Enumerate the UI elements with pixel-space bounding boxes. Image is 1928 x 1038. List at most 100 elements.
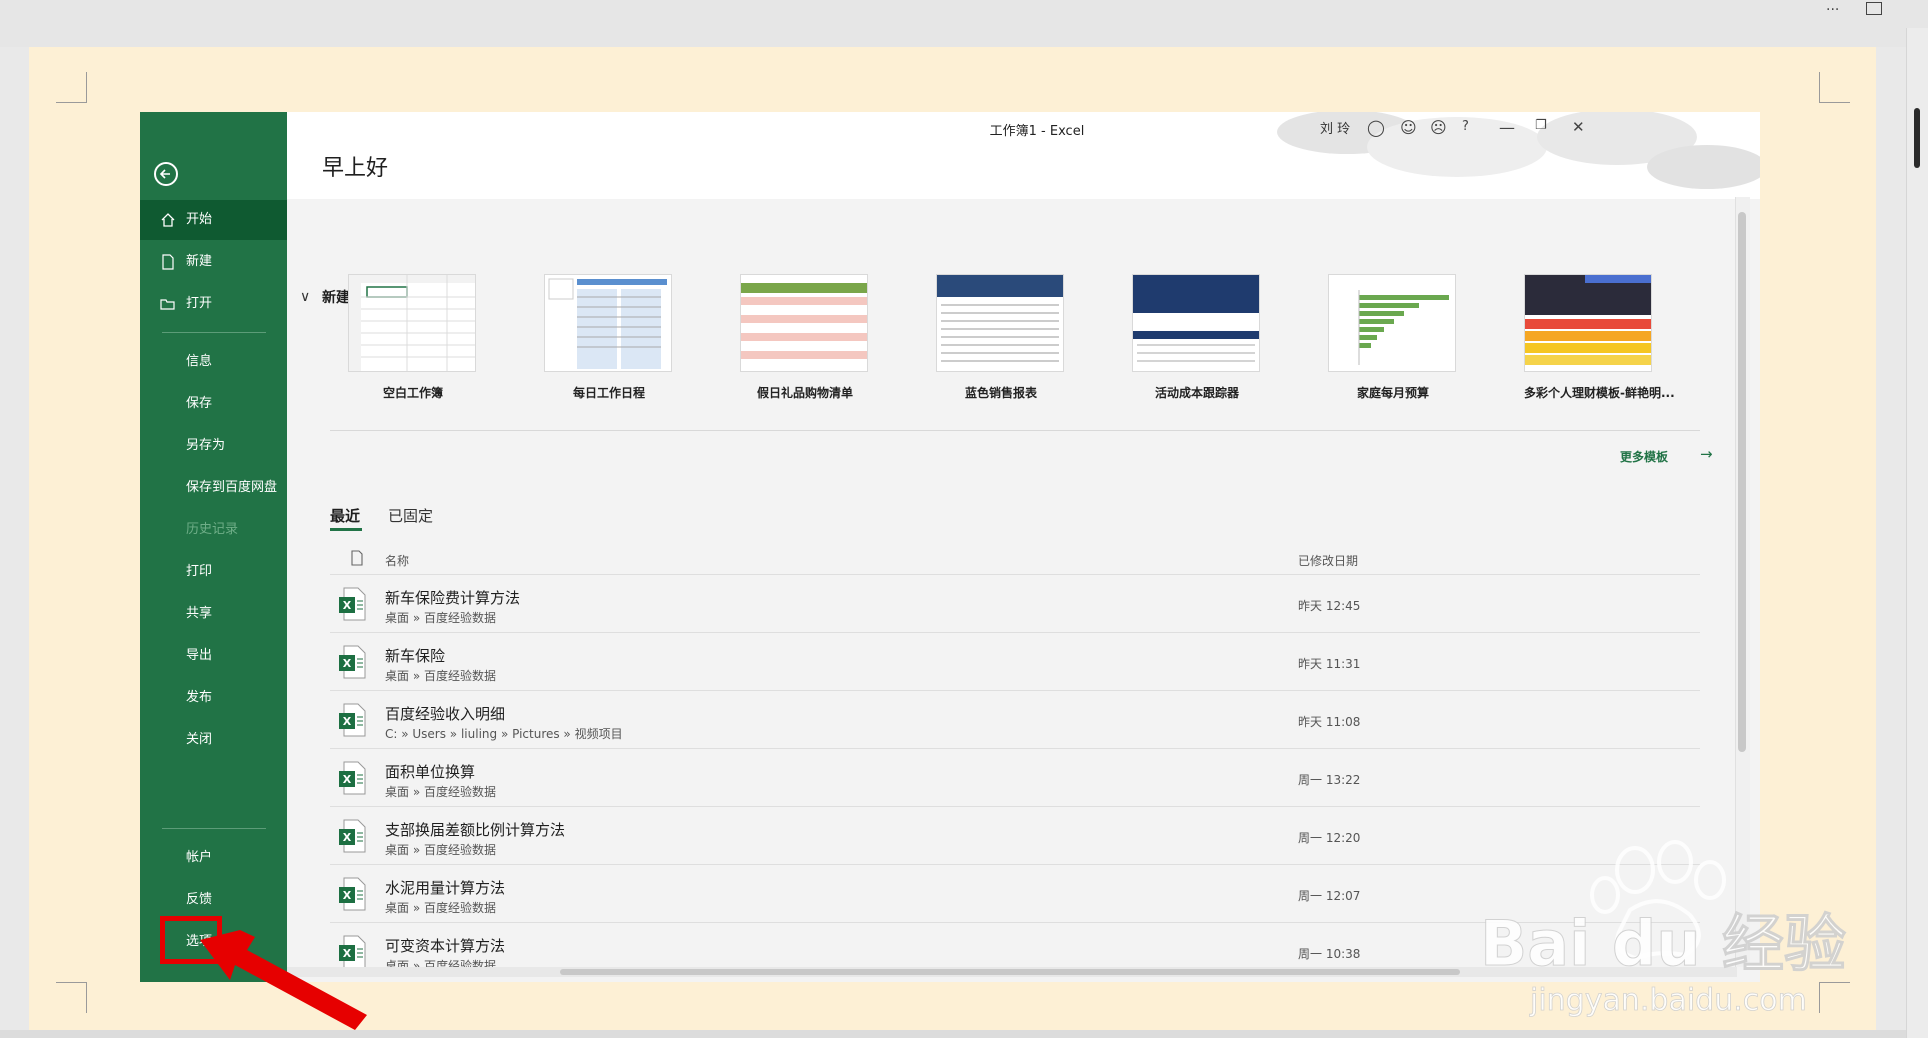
template-holiday-shopping[interactable]: 假日礼品购物清单 (740, 274, 870, 401)
file-name: 支部换届差额比例计算方法 (385, 821, 566, 839)
template-event-cost-tracker[interactable]: 活动成本跟踪器 (1132, 274, 1262, 401)
file-path: 桌面 » 百度经验数据 (385, 669, 496, 683)
sidebar-item-share[interactable]: 共享 (140, 594, 287, 634)
file-path: 桌面 » 百度经验数据 (385, 785, 496, 799)
frown-feedback-icon[interactable]: ☹ (1430, 118, 1447, 137)
template-label: 家庭每月预算 (1356, 386, 1429, 400)
more-templates-link[interactable]: 更多模板 (1620, 448, 1668, 465)
file-path: 桌面 » 百度经验数据 (385, 611, 496, 625)
sidebar-item-label: 打印 (186, 564, 213, 579)
restore-icon[interactable]: ❐ (1535, 118, 1547, 133)
template-label: 空白工作簿 (382, 386, 443, 400)
svg-text:X: X (343, 831, 352, 844)
svg-text:X: X (343, 889, 352, 902)
smile-feedback-icon[interactable]: ☺ (1400, 118, 1417, 137)
template-thumbnail (1132, 274, 1260, 372)
section-divider (330, 430, 1700, 431)
tab-pinned[interactable]: 已固定 (388, 505, 433, 526)
arrow-right-icon[interactable]: → (1700, 445, 1713, 463)
sidebar-item-print[interactable]: 打印 (140, 552, 287, 592)
sidebar-item-label: 帐户 (186, 850, 213, 865)
file-date: 周一 10:38 (1298, 947, 1361, 961)
file-date: 昨天 11:08 (1298, 715, 1361, 729)
template-thumbnail (348, 274, 476, 372)
sidebar-item-save-to-baidu[interactable]: 保存到百度网盘 (140, 468, 287, 508)
file-date: 周一 12:20 (1298, 831, 1361, 845)
outer-titlebar: ··· (0, 0, 1928, 47)
restore-window-icon[interactable] (1866, 2, 1882, 15)
template-blank-workbook[interactable]: 空白工作簿 (348, 274, 478, 401)
help-icon[interactable]: ? (1462, 119, 1469, 134)
sidebar-item-label: 保存 (186, 396, 213, 411)
sidebar-item-close[interactable]: 关闭 (140, 720, 287, 760)
sidebar-item-label: 打开 (186, 296, 213, 311)
svg-text:X: X (343, 657, 352, 670)
close-icon[interactable]: ✕ (1572, 118, 1585, 136)
sidebar-item-publish[interactable]: 发布 (140, 678, 287, 718)
file-date: 周一 12:07 (1298, 889, 1361, 903)
template-family-budget[interactable]: 家庭每月预算 (1328, 274, 1458, 401)
margin-mark-top-left (56, 72, 87, 103)
sidebar-item-label: 导出 (186, 648, 213, 663)
excel-file-icon: X (339, 761, 366, 795)
watermark-brand: Bai du 经验 (1480, 907, 1846, 980)
content-scroll-thumb[interactable] (1738, 212, 1746, 752)
file-name: 百度经验收入明细 (385, 705, 506, 723)
backstage-sidebar: 开始 新建 打开 信息 保存 另存为 保存到百度网盘 历史记录 打印 共享 导出… (140, 112, 287, 982)
margin-mark-bottom-left (56, 982, 87, 1013)
more-options-icon[interactable]: ··· (1826, 2, 1839, 18)
document-scroll-thumb[interactable] (1914, 108, 1920, 168)
sidebar-item-label: 共享 (186, 606, 213, 621)
user-name[interactable]: 刘 玲 (1320, 118, 1350, 137)
content-hscroll-thumb[interactable] (560, 969, 1460, 975)
sidebar-item-label: 历史记录 (186, 522, 239, 537)
minimize-icon[interactable]: — (1499, 118, 1515, 137)
excel-file-icon: X (339, 587, 366, 621)
template-thumbnail (544, 274, 672, 372)
column-header-date[interactable]: 已修改日期 (1298, 552, 1358, 569)
excel-file-icon: X (339, 819, 366, 853)
document-vertical-scrollbar[interactable] (1906, 28, 1928, 1038)
open-folder-icon (160, 299, 175, 310)
sidebar-item-new[interactable]: 新建 (140, 242, 287, 282)
file-name: 新车保险 (385, 647, 446, 665)
sidebar-item-export[interactable]: 导出 (140, 636, 287, 676)
file-date: 周一 13:22 (1298, 773, 1361, 787)
svg-text:X: X (343, 773, 352, 786)
sidebar-item-open[interactable]: 打开 (140, 284, 287, 324)
sidebar-item-info[interactable]: 信息 (140, 342, 287, 382)
file-row[interactable]: X 面积单位换算 桌面 » 百度经验数据 周一 13:22 (330, 748, 1700, 807)
new-section-title: 新建 (322, 290, 350, 306)
template-personal-finance[interactable]: 多彩个人理财模板-鲜艳明... (1524, 274, 1675, 401)
template-blue-sales-report[interactable]: 蓝色销售报表 (936, 274, 1066, 401)
document-icon (351, 550, 363, 566)
profile-icon[interactable]: ◯ (1367, 118, 1385, 137)
template-thumbnail (1328, 274, 1456, 372)
sidebar-item-label: 信息 (186, 354, 213, 369)
file-row[interactable]: X 新车保险 桌面 » 百度经验数据 昨天 11:31 (330, 632, 1700, 691)
file-name: 水泥用量计算方法 (385, 879, 506, 897)
back-arrow-icon[interactable] (154, 162, 178, 186)
file-row[interactable]: X 新车保险费计算方法 桌面 » 百度经验数据 昨天 12:45 (330, 574, 1700, 633)
chevron-down-icon[interactable]: ∨ (300, 289, 310, 305)
template-label: 假日礼品购物清单 (756, 386, 853, 400)
template-daily-schedule[interactable]: 每日工作日程 (544, 274, 674, 401)
new-document-icon (162, 254, 174, 270)
sidebar-item-label: 另存为 (186, 438, 226, 453)
file-path: 桌面 » 百度经验数据 (385, 901, 496, 915)
file-name: 面积单位换算 (385, 763, 476, 781)
sidebar-item-home[interactable]: 开始 (140, 200, 287, 240)
sidebar-item-account[interactable]: 帐户 (140, 838, 287, 878)
template-thumbnail (1524, 274, 1652, 372)
sidebar-item-save[interactable]: 保存 (140, 384, 287, 424)
svg-text:X: X (343, 599, 352, 612)
sidebar-item-save-as[interactable]: 另存为 (140, 426, 287, 466)
file-row[interactable]: X 百度经验收入明细 C: » Users » liuling » Pictur… (330, 690, 1700, 749)
excel-file-icon: X (339, 645, 366, 679)
sidebar-item-history: 历史记录 (140, 510, 287, 550)
file-name: 可变资本计算方法 (385, 937, 506, 955)
column-header-name[interactable]: 名称 (385, 552, 409, 569)
watermark-url: jingyan.baidu.com (1529, 983, 1807, 1018)
tab-recent[interactable]: 最近 (330, 505, 360, 526)
sidebar-item-label: 发布 (186, 690, 213, 705)
